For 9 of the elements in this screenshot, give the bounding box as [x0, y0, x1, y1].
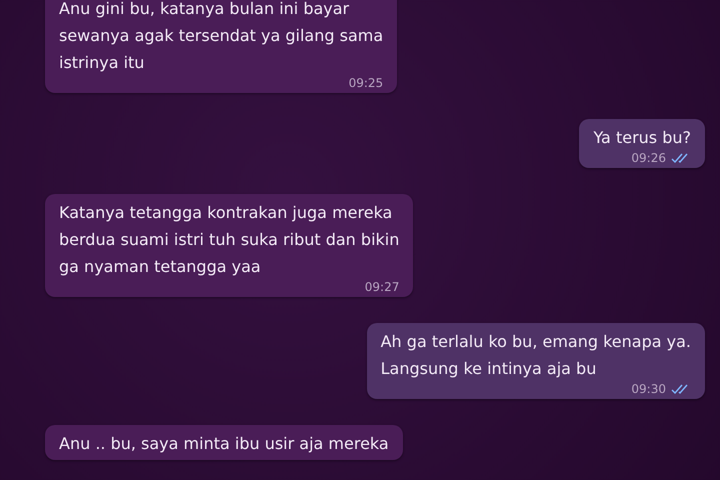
message-text: Anu gini bu, katanya bulan ini bayar sewanya agak tersendat ya gilang sama istrinya itu	[59, 0, 384, 74]
message-time: 09:27	[364, 280, 400, 294]
message-text: Ya terus bu?	[593, 127, 691, 149]
message-text: Anu .. bu, saya minta ibu usir aja mereka	[59, 433, 389, 455]
message-time: 09:26	[631, 151, 666, 165]
message-time: 09:25	[348, 76, 384, 90]
message-text: Katanya tetangga kontrakan juga mereka berdua suami istri tuh suka ribut dan bikin ga nyaman tetangga yaa	[59, 202, 400, 278]
message-time: 09:30	[631, 382, 666, 396]
message-text: Ah ga terlalu ko bu, emang kenapa ya. Langsung ke intinya aja bu	[380, 331, 691, 380]
